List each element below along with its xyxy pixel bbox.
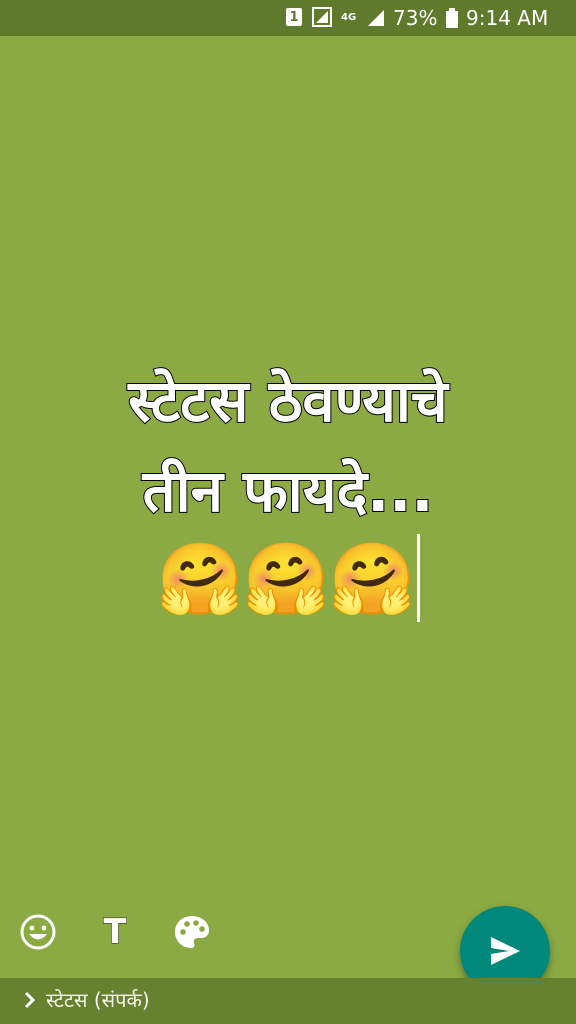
hugging-face-emoji: 🤗 bbox=[156, 538, 244, 620]
send-icon bbox=[491, 937, 520, 965]
battery-percent: 73% bbox=[393, 6, 438, 30]
text-cursor bbox=[416, 534, 420, 622]
palette-icon[interactable] bbox=[170, 910, 214, 954]
status-text-line-1: स्टेटस ठेवण्याचे bbox=[127, 366, 448, 436]
network-type: 4G bbox=[341, 12, 357, 23]
emoji-row[interactable]: 🤗🤗🤗 bbox=[0, 532, 576, 626]
text-icon[interactable]: T bbox=[95, 910, 135, 954]
chevron-right-icon bbox=[24, 991, 36, 1009]
hugging-face-emoji: 🤗 bbox=[328, 538, 416, 620]
status-text-editor[interactable]: स्टेटस ठेवण्याचे तीन फायदे... bbox=[0, 356, 576, 536]
hugging-face-emoji: 🤗 bbox=[242, 538, 330, 620]
signal-box-icon bbox=[312, 7, 332, 27]
status-audience-bar[interactable]: स्टेटस (संपर्क) bbox=[0, 978, 576, 1024]
status-text-line-2: तीन फायदे... bbox=[142, 456, 435, 526]
status-audience-label: स्टेटस (संपर्क) bbox=[46, 988, 150, 1012]
clock: 9:14 AM bbox=[466, 6, 549, 30]
cell-signal-icon bbox=[368, 10, 384, 26]
smiley-icon[interactable] bbox=[16, 910, 60, 954]
sim-icon: 1 bbox=[286, 8, 302, 26]
battery-icon bbox=[446, 8, 458, 28]
status-bar: 1 4G 73% 9:14 AM bbox=[0, 0, 576, 36]
